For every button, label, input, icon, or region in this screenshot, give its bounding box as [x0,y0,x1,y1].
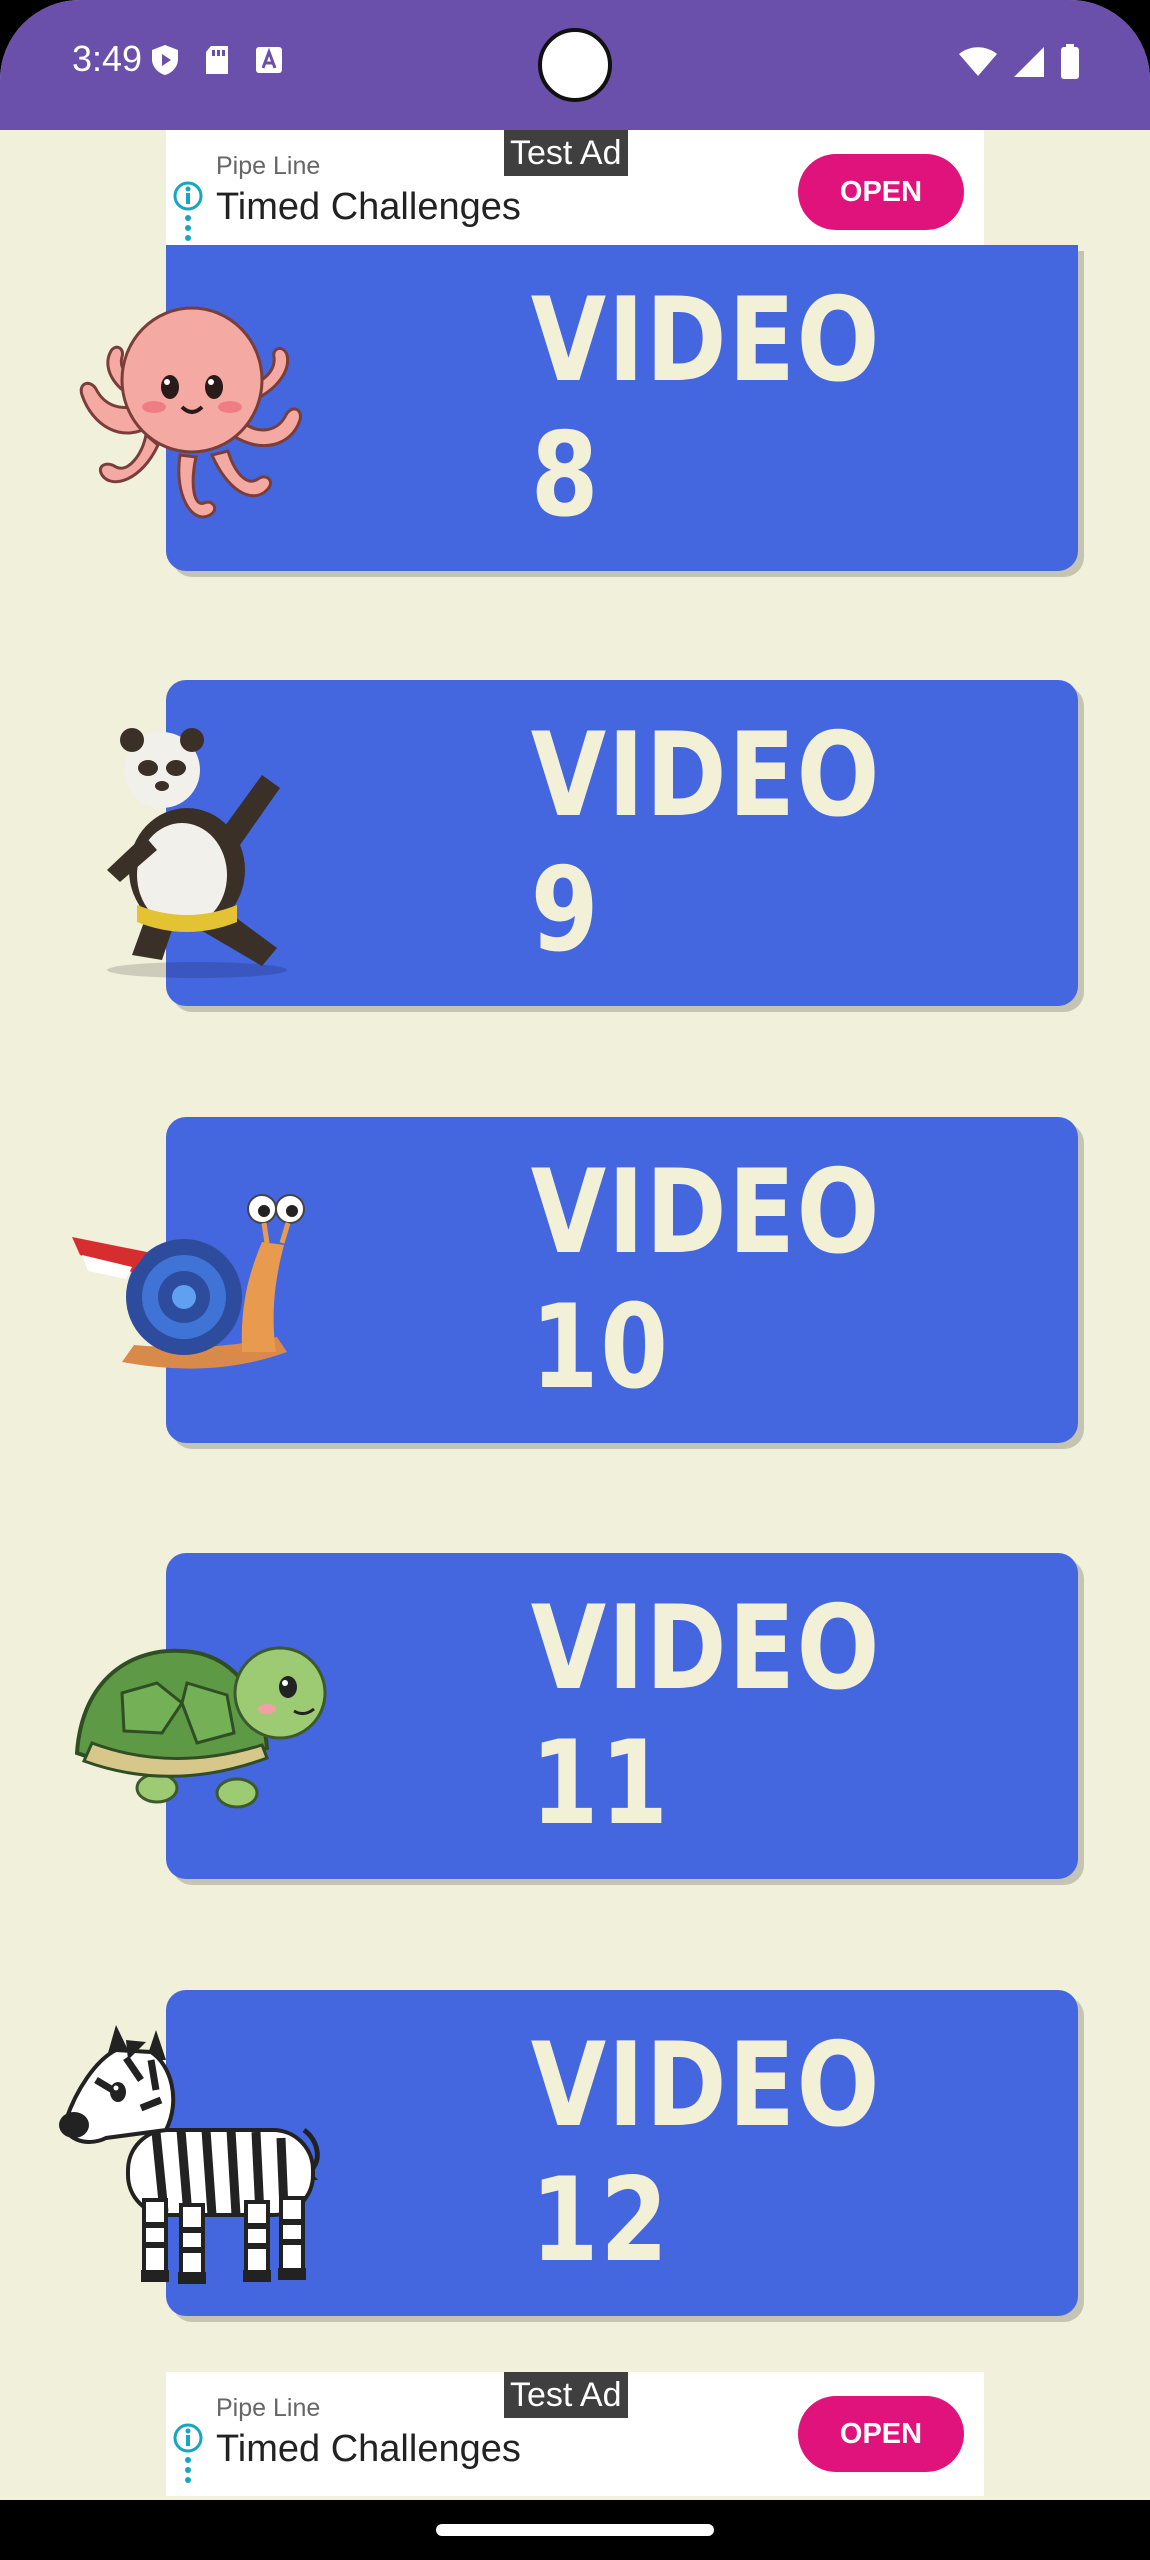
info-icon[interactable] [170,2422,206,2492]
ad-headline[interactable]: Timed Challenges [216,186,521,229]
status-time: 3:49 [72,38,143,79]
ad-banner-top[interactable]: Test Ad Pipe Line Timed Challenges OPEN [166,130,984,254]
camera-cutout [538,28,612,102]
app-screen: 3:49 Test Ad Pipe Line Timed Challenges … [0,0,1150,2560]
video-11-label: VIDEO 11 [530,1581,882,1851]
video-8-label: VIDEO 8 [530,273,882,543]
info-icon[interactable] [170,180,206,250]
ad-headline[interactable]: Timed Challenges [216,2428,521,2471]
video-10-label: VIDEO 10 [530,1145,882,1415]
ad-advertiser: Pipe Line [216,152,321,180]
video-9-label: VIDEO 9 [530,708,882,978]
octopus-icon [79,306,302,519]
test-ad-badge: Test Ad [504,2372,628,2418]
sd-card-icon [206,46,228,74]
shield-icon [152,45,178,75]
panda-icon [107,728,287,978]
video-row-8: VIDEO 8 [0,245,1150,575]
snail-icon [72,1194,305,1369]
video-row-10: VIDEO 10 [0,1117,1150,1447]
video-12-label: VIDEO 12 [530,2018,882,2288]
test-ad-badge: Test Ad [504,130,628,176]
video-row-9: VIDEO 9 [0,680,1150,1010]
video-row-12: VIDEO 12 [0,1990,1150,2320]
zebra-icon [59,2025,320,2284]
font-icon [256,47,282,73]
ad-banner-bottom[interactable]: Test Ad Pipe Line Timed Challenges OPEN [166,2372,984,2496]
ad-open-button[interactable]: OPEN [798,2396,964,2472]
video-row-11: VIDEO 11 [0,1553,1150,1883]
turtle-icon [74,1646,327,1809]
ad-open-button[interactable]: OPEN [798,154,964,230]
battery-icon [1061,44,1079,79]
cellular-signal-icon [1014,47,1044,77]
status-bar: 3:49 [0,0,1150,130]
status-icons-right [958,44,1080,80]
ad-advertiser: Pipe Line [216,2394,321,2422]
wifi-icon [959,47,997,76]
status-icons-left [150,44,284,76]
home-gesture-handle[interactable] [436,2524,714,2536]
